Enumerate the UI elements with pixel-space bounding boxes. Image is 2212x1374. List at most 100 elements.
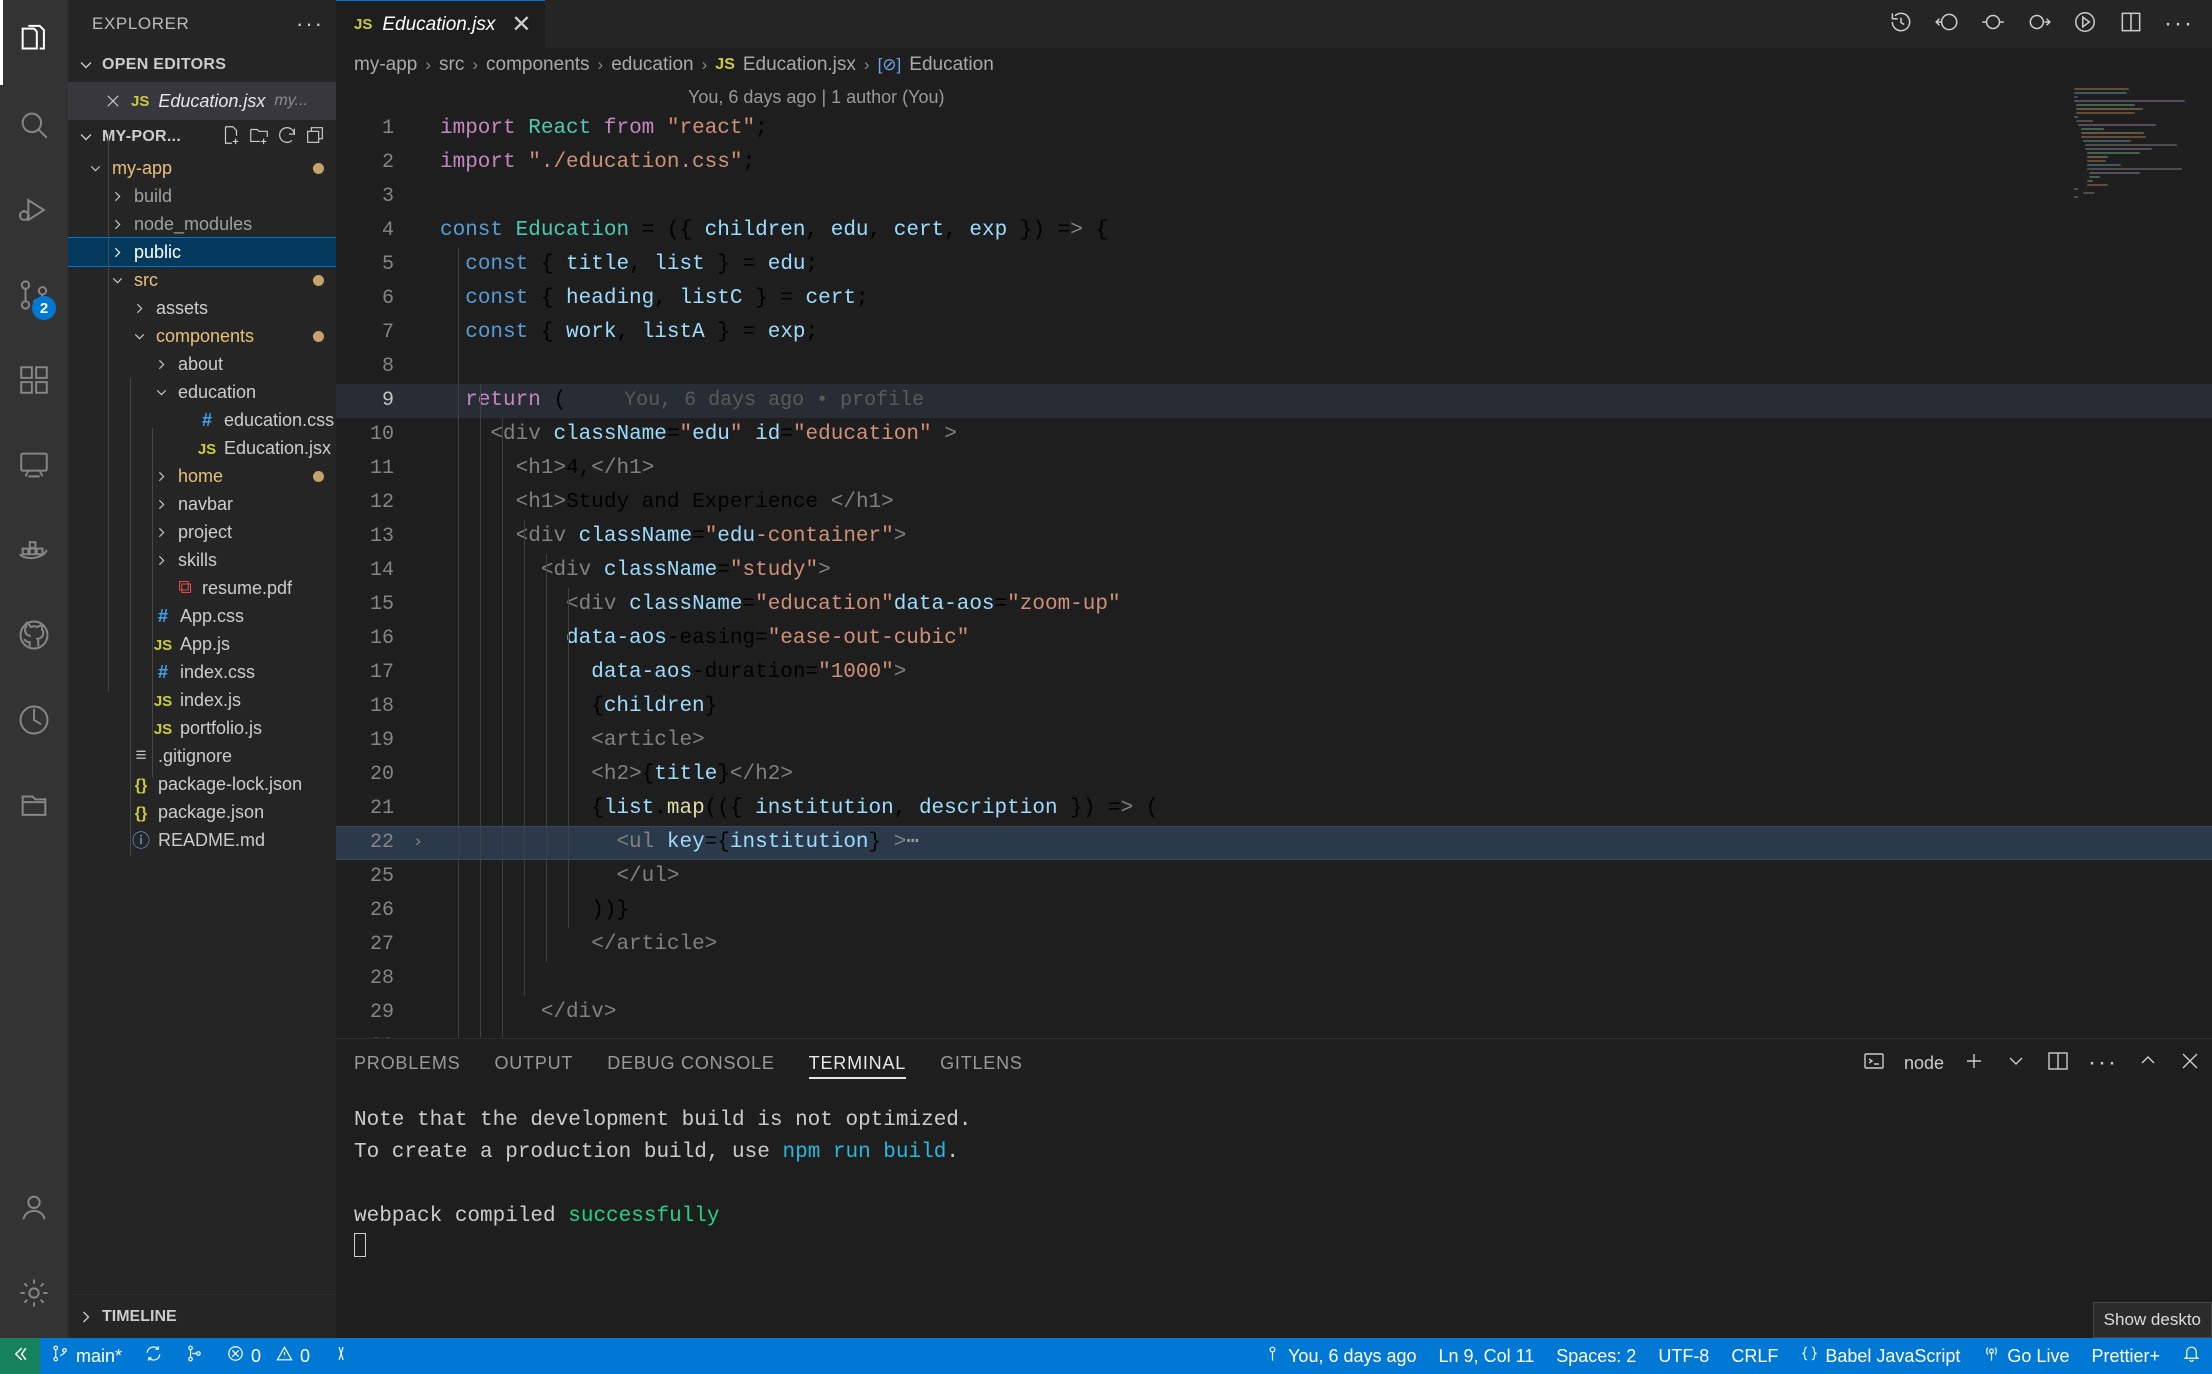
- breadcrumb[interactable]: my-app › src › components › education › JS Educat…: [336, 48, 2212, 82]
- code-line-28[interactable]: 28: [336, 962, 2212, 996]
- status-babel-javascript[interactable]: Babel JavaScript: [1789, 1338, 1971, 1374]
- breadcrumb-item[interactable]: education: [611, 54, 693, 76]
- split-editor-icon[interactable]: [2118, 9, 2144, 40]
- tree-item-package-lock-json[interactable]: {} package-lock.json: [68, 770, 336, 798]
- new-file-icon[interactable]: [220, 124, 242, 151]
- activitybar-item-accounts[interactable]: [0, 1168, 68, 1253]
- tree-item--gitignore[interactable]: ≡ .gitignore: [68, 742, 336, 770]
- status-ports[interactable]: [321, 1338, 362, 1374]
- terminal-output[interactable]: Note that the development build is not o…: [336, 1087, 2212, 1338]
- activitybar-item-source-control[interactable]: 2: [0, 255, 68, 340]
- history-icon[interactable]: [1888, 9, 1914, 40]
- status-prettier-[interactable]: Prettier+: [2080, 1338, 2171, 1374]
- code-line-22[interactable]: 22 › <ul key={institution} >⋯: [336, 826, 2212, 860]
- minimap[interactable]: [2074, 88, 2194, 208]
- code-editor[interactable]: You, 6 days ago | 1 author (You) 1 import…: [336, 82, 2212, 1038]
- code-line-2[interactable]: 2 import "./education.css";: [336, 146, 2212, 180]
- code-line-1[interactable]: 1 import React from "react";: [336, 112, 2212, 146]
- code-line-16[interactable]: 16 data-aos-easing="ease-out-cubic": [336, 622, 2212, 656]
- fold-chevron-icon[interactable]: ›: [402, 826, 434, 860]
- code-line-30[interactable]: 30: [336, 1030, 2212, 1038]
- next-change-icon[interactable]: [2026, 9, 2052, 40]
- activitybar-item-docker[interactable]: [0, 510, 68, 595]
- activitybar-item-test-explorer[interactable]: [0, 680, 68, 765]
- tree-item-portfolio-js[interactable]: JS portfolio.js: [68, 714, 336, 742]
- code-line-21[interactable]: 21 {list.map(({ institution, description…: [336, 792, 2212, 826]
- status-you-6-days-ago[interactable]: You, 6 days ago: [1252, 1338, 1427, 1374]
- more-actions-icon[interactable]: ···: [2164, 12, 2194, 36]
- status-crlf[interactable]: CRLF: [1720, 1338, 1789, 1374]
- code-line-4[interactable]: 4 const Education = ({ children, edu, cer…: [336, 214, 2212, 248]
- code-line-29[interactable]: 29 </div>: [336, 996, 2212, 1030]
- status-notifications[interactable]: [2171, 1338, 2212, 1374]
- code-line-27[interactable]: 27 </article>: [336, 928, 2212, 962]
- activitybar-item-github[interactable]: [0, 595, 68, 680]
- code-line-13[interactable]: 13 <div className="edu-container">: [336, 520, 2212, 554]
- sidebar-more-actions-icon[interactable]: ···: [296, 13, 324, 35]
- tab-close-icon[interactable]: ✕: [511, 12, 531, 37]
- new-folder-icon[interactable]: [248, 124, 270, 151]
- code-lines[interactable]: 1 import React from "react"; 2 import "./ed…: [336, 112, 2212, 1038]
- status-branch[interactable]: main*: [40, 1338, 133, 1374]
- code-line-17[interactable]: 17 data-aos-duration="1000">: [336, 656, 2212, 690]
- launch-profile-icon[interactable]: [1862, 1049, 1886, 1078]
- activitybar-item-search[interactable]: [0, 85, 68, 170]
- close-icon[interactable]: [104, 92, 122, 110]
- new-terminal-icon[interactable]: [1962, 1049, 1986, 1078]
- refresh-icon[interactable]: [276, 124, 298, 151]
- status-branch-alt[interactable]: [174, 1338, 215, 1374]
- activitybar-item-remote-explorer[interactable]: [0, 425, 68, 510]
- code-line-12[interactable]: 12 <h1>Study and Experience </h1>: [336, 486, 2212, 520]
- code-line-25[interactable]: 25 </ul>: [336, 860, 2212, 894]
- previous-change-icon[interactable]: [1980, 9, 2006, 40]
- close-panel-icon[interactable]: [2178, 1049, 2202, 1078]
- code-line-18[interactable]: 18 {children}: [336, 690, 2212, 724]
- code-line-10[interactable]: 10 <div className="edu" id="education" >: [336, 418, 2212, 452]
- editor-vertical-scrollbar[interactable]: [2194, 82, 2212, 1038]
- breadcrumb-item[interactable]: my-app: [354, 54, 417, 76]
- collapse-all-icon[interactable]: [304, 124, 326, 151]
- code-line-15[interactable]: 15 <div className="education"data-aos="z…: [336, 588, 2212, 622]
- activitybar-item-manage[interactable]: [0, 1253, 68, 1338]
- run-icon[interactable]: [2072, 9, 2098, 40]
- panel-tab-problems[interactable]: PROBLEMS: [354, 1039, 460, 1087]
- code-line-20[interactable]: 20 <h2>{title}</h2>: [336, 758, 2212, 792]
- activitybar-item-database[interactable]: [0, 765, 68, 850]
- section-open-editors[interactable]: OPEN EDITORS: [68, 48, 336, 82]
- status-errors[interactable]: 0 0: [215, 1338, 321, 1374]
- code-line-9[interactable]: 9 return (You, 6 days ago • profile: [336, 384, 2212, 418]
- chevron-down-icon[interactable]: [2004, 1049, 2028, 1078]
- code-line-14[interactable]: 14 <div className="study">: [336, 554, 2212, 588]
- split-terminal-icon[interactable]: [2046, 1049, 2070, 1078]
- breadcrumb-item[interactable]: Education.jsx: [743, 54, 856, 76]
- code-line-7[interactable]: 7 const { work, listA } = exp;: [336, 316, 2212, 350]
- tree-item-readme-md[interactable]: ⓘ README.md: [68, 826, 336, 854]
- panel-tab-debug-console[interactable]: DEBUG CONSOLE: [607, 1039, 774, 1087]
- status-go-live[interactable]: Go Live: [1971, 1338, 2080, 1374]
- activitybar-item-run-and-debug[interactable]: [0, 170, 68, 255]
- status-ln-9-col-11[interactable]: Ln 9, Col 11: [1428, 1338, 1546, 1374]
- activitybar-item-extensions[interactable]: [0, 340, 68, 425]
- tab-education-jsx[interactable]: JS Education.jsx ✕: [336, 0, 546, 48]
- panel-tab-list[interactable]: PROBLEMS OUTPUT DEBUG CONSOLE TERMINAL GITLE…: [336, 1039, 2212, 1087]
- section-timeline[interactable]: TIMELINE: [68, 1294, 336, 1338]
- code-line-5[interactable]: 5 const { title, list } = edu;: [336, 248, 2212, 282]
- remote-window-button[interactable]: [0, 1338, 40, 1374]
- panel-tab-gitlens[interactable]: GITLENS: [940, 1039, 1023, 1087]
- status-sync[interactable]: [133, 1338, 174, 1374]
- open-editor-item[interactable]: JS Education.jsx my...: [68, 82, 336, 120]
- breadcrumb-item[interactable]: src: [439, 54, 464, 76]
- breadcrumb-item[interactable]: components: [486, 54, 590, 76]
- status-utf-8[interactable]: UTF-8: [1647, 1338, 1720, 1374]
- activitybar-item-explorer[interactable]: [0, 0, 68, 85]
- terminal-prompt-line[interactable]: [354, 1233, 2212, 1265]
- breadcrumb-item[interactable]: Education: [909, 54, 994, 76]
- code-line-8[interactable]: 8: [336, 350, 2212, 384]
- code-line-6[interactable]: 6 const { heading, listC } = cert;: [336, 282, 2212, 316]
- code-line-3[interactable]: 3: [336, 180, 2212, 214]
- code-line-19[interactable]: 19 <article>: [336, 724, 2212, 758]
- go-back-icon[interactable]: [1934, 9, 1960, 40]
- code-line-11[interactable]: 11 <h1>4,</h1>: [336, 452, 2212, 486]
- panel-tab-terminal[interactable]: TERMINAL: [808, 1039, 907, 1087]
- code-line-26[interactable]: 26 ))}: [336, 894, 2212, 928]
